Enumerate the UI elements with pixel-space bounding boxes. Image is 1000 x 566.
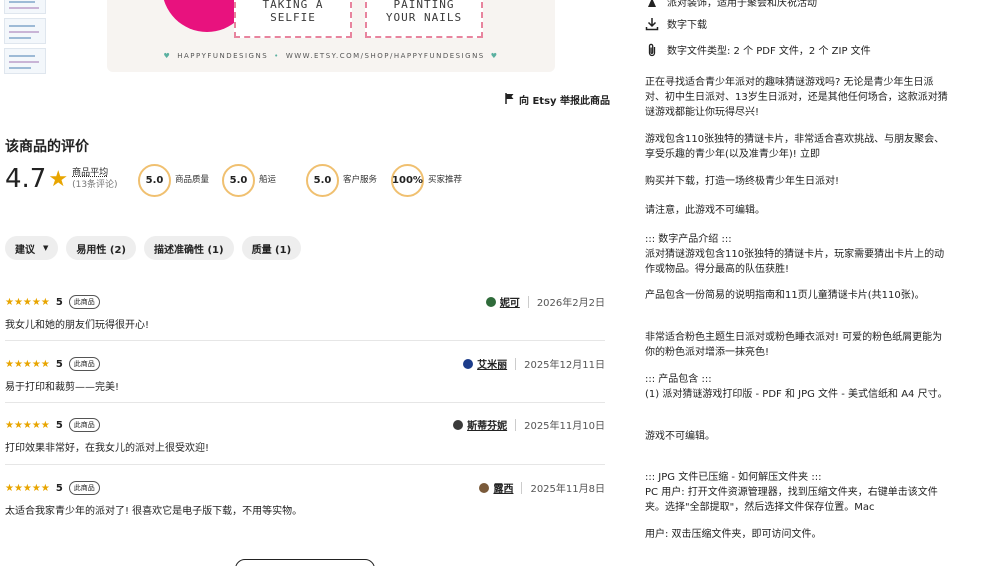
charade-card: TAKING A SELFIE bbox=[234, 0, 352, 38]
card-text: SELFIE bbox=[270, 11, 316, 24]
description-paragraph: 非常适合粉色主题生日派对或粉色睡衣派对! 可爱的粉色纸屑更能为你的粉色派对增添一… bbox=[645, 332, 943, 358]
metric-item-recommend: 100% 买家推荐 bbox=[391, 164, 462, 197]
reviews-section-title: 该商品的评价 bbox=[5, 139, 89, 155]
metric-score: 100% bbox=[391, 164, 424, 197]
star-rating-icons: ★★★★★ bbox=[5, 419, 50, 431]
feature-download: 数字下载 bbox=[645, 16, 707, 31]
download-icon bbox=[645, 17, 659, 31]
review-item: ★★★★★ 5 此商品 妮可 2026年2月2日 我女儿和她的朋友们玩得很开心! bbox=[5, 294, 605, 331]
review-count: (13条评论) bbox=[72, 180, 118, 190]
divider bbox=[5, 464, 605, 465]
description-paragraph: 游戏包含110张独特的猜谜卡片，非常适合喜欢挑战、与朋友聚会、享受乐趣的青少年(… bbox=[645, 134, 945, 160]
divider bbox=[5, 402, 605, 403]
flag-icon bbox=[505, 92, 515, 107]
image-thumbnail[interactable] bbox=[4, 48, 46, 74]
review-date: 2025年11月8日 bbox=[530, 484, 605, 495]
sort-dropdown[interactable]: 建议 ▼ bbox=[5, 236, 59, 260]
star-rating-icons: ★★★★★ bbox=[5, 358, 50, 370]
card-text: PAINTING bbox=[393, 0, 455, 11]
average-rating-value: 4.7 bbox=[5, 164, 47, 194]
image-thumbnail[interactable] bbox=[4, 0, 46, 14]
avatar bbox=[453, 419, 464, 430]
metric-item-shipping: 5.0 船运 bbox=[222, 164, 293, 197]
description-paragraph: ::: 数字产品介绍 ::: 派对猜谜游戏包含110张独特的猜谜卡片，玩家需要猜… bbox=[645, 234, 945, 275]
review-item: ★★★★★ 5 此商品 艾米丽 2025年12月11日 易于打印和裁剪——完美! bbox=[5, 356, 605, 393]
shop-watermark: ♥ HAPPYFUNDESIGNS • WWW.ETSY.COM/SHOP/HAPPY… bbox=[163, 52, 499, 60]
listing-main-image[interactable]: TAKING A SELFIE PAINTING YOUR NAILS ♥ HAP… bbox=[107, 0, 555, 72]
review-text: 易于打印和裁剪——完美! bbox=[5, 382, 120, 393]
charade-card: PAINTING YOUR NAILS bbox=[365, 0, 483, 38]
avatar bbox=[463, 358, 474, 369]
filter-chip-ease-of-use[interactable]: 易用性 (2) bbox=[66, 236, 136, 260]
card-text: YOUR NAILS bbox=[385, 11, 463, 24]
review-rating: 5 bbox=[55, 419, 63, 431]
reviewer-name[interactable]: 露西 bbox=[493, 480, 513, 495]
metric-score: 5.0 bbox=[306, 164, 339, 197]
divider bbox=[5, 340, 605, 341]
review-date: 2025年11月10日 bbox=[524, 421, 605, 432]
this-item-tag: 此商品 bbox=[68, 481, 100, 495]
feature-file-type: 数字文件类型: 2 个 PDF 文件，2 个 ZIP 文件 bbox=[645, 42, 871, 57]
metric-item-customer-service: 5.0 客户服务 bbox=[306, 164, 377, 197]
card-text: TAKING A bbox=[262, 0, 324, 11]
reviewer-name[interactable]: 妮可 bbox=[500, 294, 520, 309]
metric-item-quality: 5.0 商品质量 bbox=[138, 164, 209, 197]
description-paragraph: ::: JPG 文件已压缩 - 如何解压文件夹 ::: PC 用户: 打开文件资… bbox=[645, 472, 938, 513]
reviewer-name[interactable]: 斯蒂芬妮 bbox=[467, 417, 507, 432]
image-thumbnail-strip bbox=[4, 0, 48, 78]
this-item-tag: 此商品 bbox=[68, 357, 100, 371]
description-paragraph: 游戏不可编辑。 bbox=[645, 431, 715, 442]
party-icon bbox=[645, 0, 659, 9]
metric-score: 5.0 bbox=[138, 164, 171, 197]
review-date: 2025年12月11日 bbox=[524, 360, 605, 371]
average-rating-label[interactable]: 商品平均 bbox=[72, 167, 117, 179]
metric-label: 客户服务 bbox=[343, 175, 378, 185]
image-thumbnail[interactable] bbox=[4, 18, 46, 44]
review-rating: 5 bbox=[55, 358, 63, 370]
star-rating-icons: ★★★★★ bbox=[5, 482, 50, 494]
star-rating-icons: ★★★★★ bbox=[5, 296, 50, 308]
avatar bbox=[485, 296, 496, 307]
description-paragraph: 购买并下载，打造一场终极青少年生日派对! bbox=[645, 176, 840, 187]
avatar bbox=[479, 482, 490, 493]
average-rating: 4.7 ★ 商品平均 (13条评论) bbox=[5, 164, 118, 194]
metric-score: 5.0 bbox=[222, 164, 255, 197]
review-item: ★★★★★ 5 此商品 斯蒂芬妮 2025年11月10日 打印效果非常好，在我女… bbox=[5, 417, 605, 454]
review-item: ★★★★★ 5 此商品 露西 2025年11月8日 太适合我家青少年的派对了! … bbox=[5, 480, 605, 517]
filter-chip-quality[interactable]: 质量 (1) bbox=[241, 236, 302, 260]
description-paragraph: ::: 产品包含 ::: (1) 派对猜谜游戏打印版 - PDF 和 JPG 文… bbox=[645, 374, 948, 400]
review-date: 2026年2月2日 bbox=[536, 298, 605, 309]
this-item-tag: 此商品 bbox=[68, 295, 100, 309]
more-reviews-button[interactable] bbox=[235, 559, 375, 566]
review-rating: 5 bbox=[55, 482, 63, 494]
metric-label: 商品质量 bbox=[175, 175, 210, 185]
description-paragraph: 产品包含一份简易的说明指南和11页儿童猜谜卡片(共110张)。 bbox=[645, 290, 925, 301]
filter-chip-description-accuracy[interactable]: 描述准确性 (1) bbox=[143, 236, 234, 260]
description-paragraph: 用户: 双击压缩文件夹，即可访问文件。 bbox=[645, 529, 822, 540]
review-filter-bar: 建议 ▼ 易用性 (2) 描述准确性 (1) 质量 (1) bbox=[5, 236, 302, 260]
review-text: 打印效果非常好，在我女儿的派对上很受欢迎! bbox=[5, 443, 210, 454]
review-text: 太适合我家青少年的派对了! 很喜欢它是电子版下载，不用等实物。 bbox=[5, 506, 303, 517]
description-paragraph: 正在寻找适合青少年派对的趣味猜谜游戏吗? 无论是青少年生日派对、初中生日派对、1… bbox=[645, 77, 948, 118]
review-text: 我女儿和她的朋友们玩得很开心! bbox=[5, 320, 150, 331]
description-paragraph: 请注意，此游戏不可编辑。 bbox=[645, 205, 765, 216]
feature-occasion: 派对装饰，适用于聚会和庆祝活动 bbox=[645, 0, 817, 9]
chevron-down-icon: ▼ bbox=[43, 244, 49, 252]
reviewer-name[interactable]: 艾米丽 bbox=[477, 356, 507, 371]
metric-label: 买家推荐 bbox=[428, 175, 463, 185]
report-listing-link[interactable]: 向 Etsy 举报此商品 bbox=[505, 92, 610, 107]
this-item-tag: 此商品 bbox=[68, 418, 100, 432]
review-rating: 5 bbox=[55, 296, 63, 308]
star-icon: ★ bbox=[48, 166, 69, 192]
paperclip-icon bbox=[645, 43, 659, 57]
metric-label: 船运 bbox=[259, 175, 277, 185]
